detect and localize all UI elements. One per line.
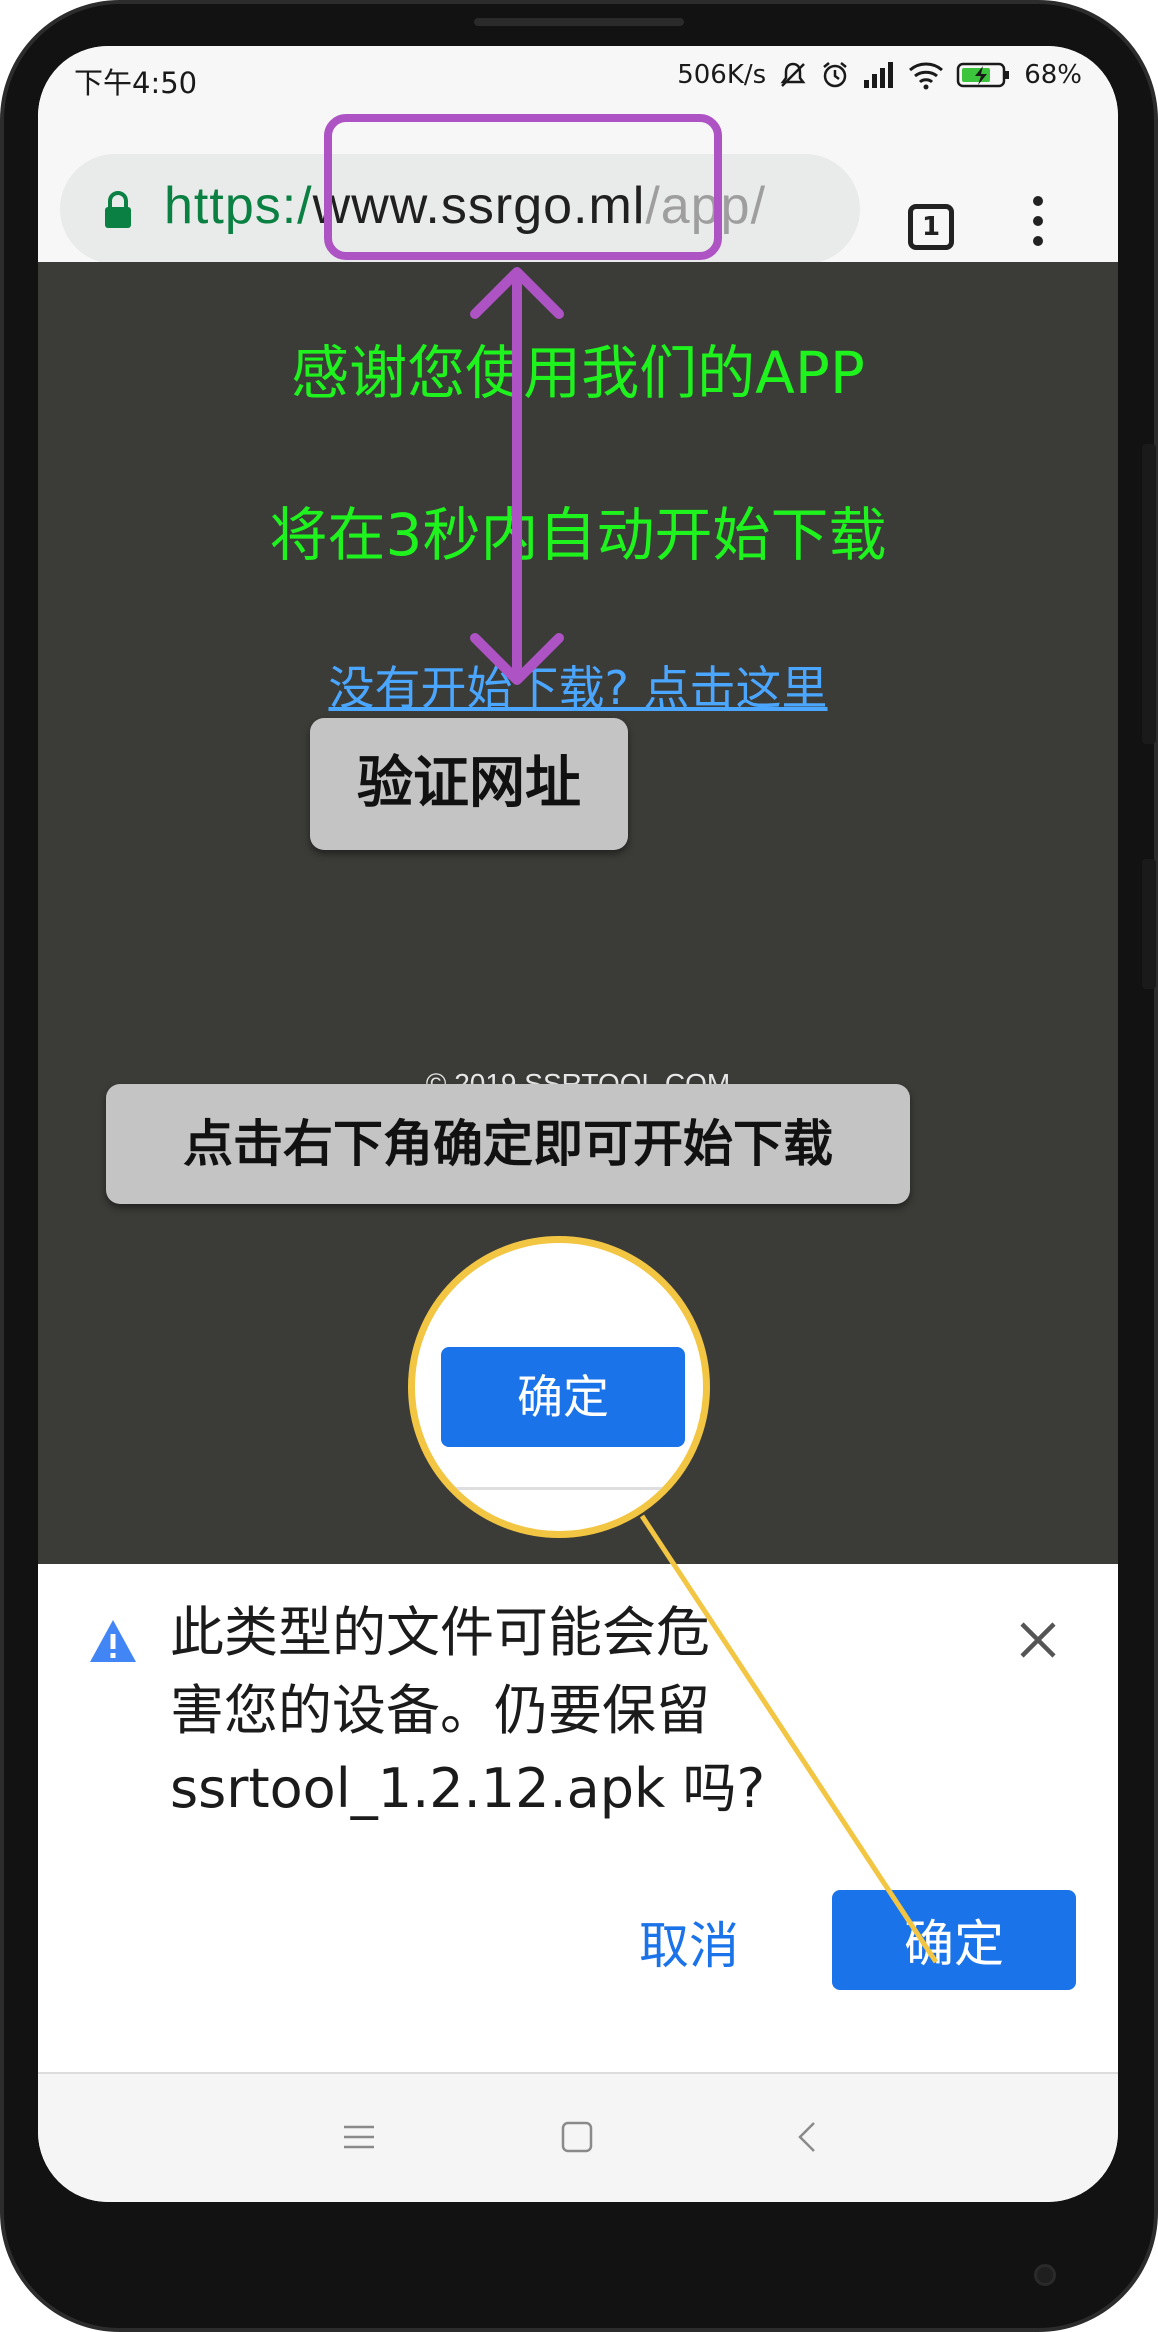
browser-menu-button[interactable] [1033, 196, 1047, 246]
volume-button [1142, 444, 1156, 744]
download-warning-dialog: 此类型的文件可能会危 害您的设备。仍要保留 ssrtool_1.2.12.apk… [38, 1564, 1118, 2072]
power-button [1142, 859, 1156, 989]
lock-icon [102, 190, 134, 234]
battery-percent: 68% [1024, 60, 1082, 90]
url-scheme: https:/ [164, 177, 313, 235]
confirm-button[interactable]: 确定 [832, 1890, 1076, 1990]
back-icon[interactable] [790, 2120, 824, 2158]
zoom-callout: 确定 [408, 1236, 710, 1538]
status-icons: 506K/s 68% [677, 60, 1082, 90]
close-icon[interactable] [1018, 1620, 1058, 1664]
manual-download-link[interactable]: 没有开始下载? 点击这里 [38, 652, 1118, 718]
zoom-confirm-button: 确定 [441, 1347, 685, 1447]
warning-icon [88, 1618, 138, 1668]
tab-switcher-button[interactable]: 1 [908, 204, 954, 250]
auto-download-text: 将在3秒内自动开始下载 [269, 501, 887, 569]
thanks-text: 感谢您使用我们的APP [291, 339, 865, 407]
camera-icon [1034, 2264, 1056, 2286]
battery-icon [956, 60, 1012, 90]
home-icon[interactable] [560, 2120, 594, 2158]
zoom-divider [415, 1487, 703, 1490]
mute-icon [778, 60, 808, 90]
signal-icon [862, 60, 896, 90]
earpiece [474, 18, 684, 26]
network-speed: 506K/s [677, 60, 767, 90]
status-time: 下午4:50 [74, 66, 198, 100]
dialog-message-line: ssrtool_1.2.12.apk 吗? [170, 1757, 766, 1820]
menu-icon[interactable] [342, 2120, 376, 2158]
alarm-icon [820, 60, 850, 90]
cancel-button[interactable]: 取消 [614, 1894, 764, 1990]
navigation-bar [38, 2072, 1118, 2202]
verify-url-note: 验证网址 [310, 718, 628, 850]
dialog-message-line: 害您的设备。仍要保留 [170, 1679, 710, 1742]
phone-frame: 下午4:50 506K/s 68% https:/www.ssrgo.ml/ap… [0, 0, 1158, 2332]
wifi-icon [908, 60, 944, 90]
dialog-message: 此类型的文件可能会危 害您的设备。仍要保留 ssrtool_1.2.12.apk… [170, 1594, 810, 1828]
screen: 下午4:50 506K/s 68% https:/www.ssrgo.ml/ap… [38, 46, 1118, 2202]
tap-confirm-note: 点击右下角确定即可开始下载 [106, 1084, 910, 1204]
url-highlight-box [324, 114, 722, 260]
dialog-message-line: 此类型的文件可能会危 [170, 1601, 710, 1664]
